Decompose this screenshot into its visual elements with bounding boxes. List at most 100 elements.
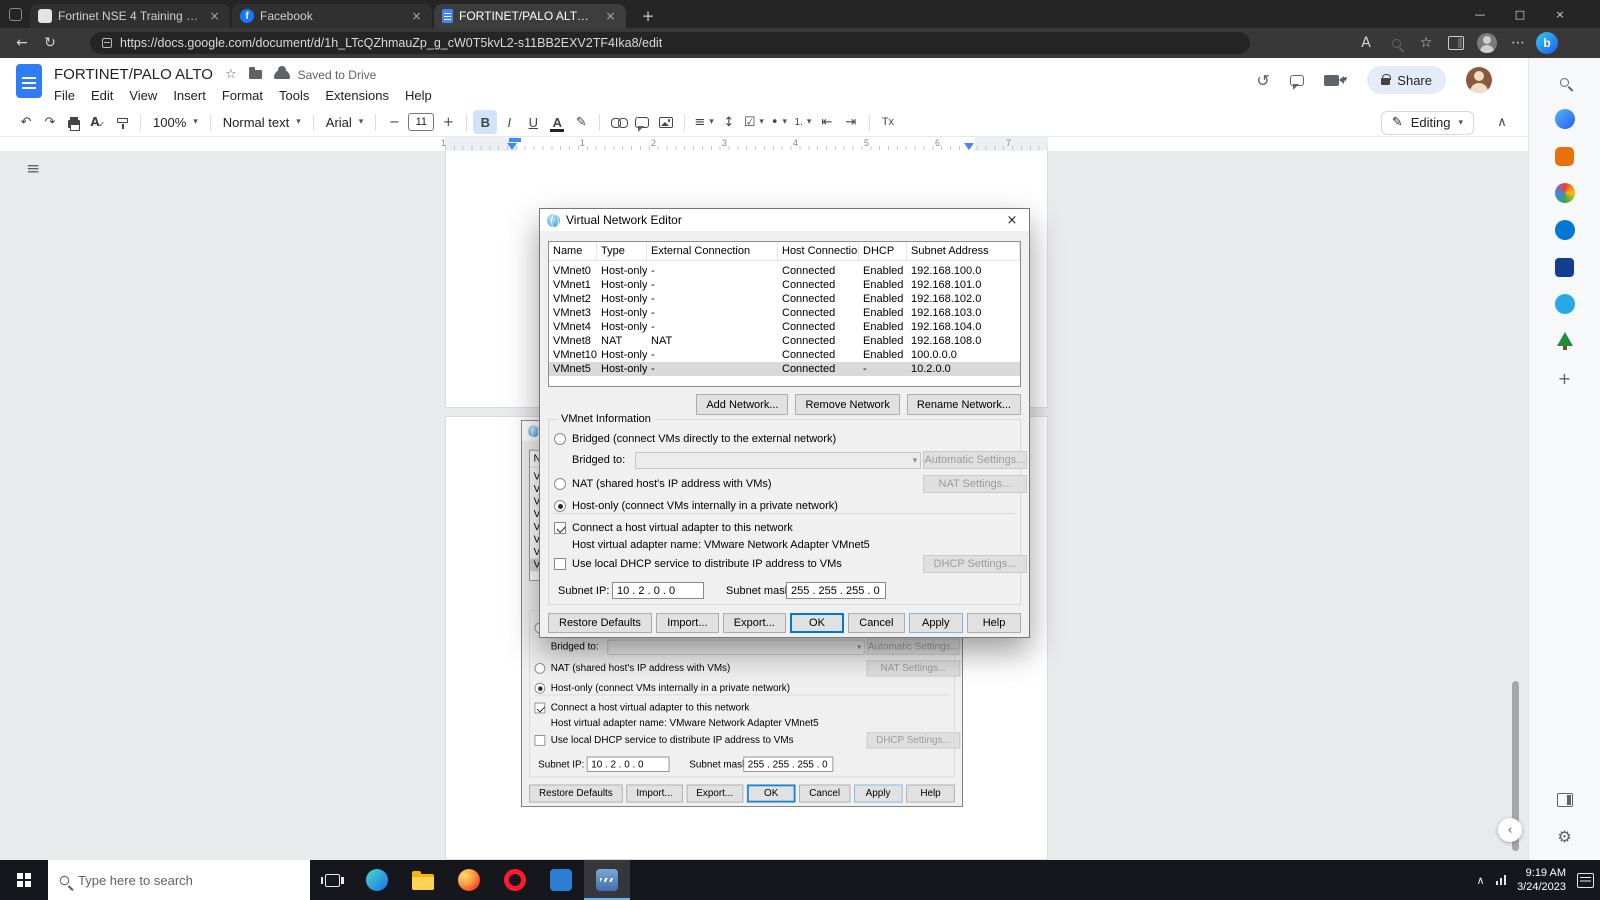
collapse-toolbar-icon[interactable]: ∧ <box>1490 111 1514 135</box>
meet-icon[interactable]: ▾ <box>1323 74 1347 86</box>
decrease-font-size-button[interactable]: − <box>382 110 406 134</box>
nat-radio[interactable] <box>534 663 546 674</box>
sidebar-shopping-icon[interactable] <box>1553 144 1577 168</box>
dialog-title-bar[interactable]: Virtual Network Editor × <box>540 209 1029 231</box>
vmnet-row-VMnet8[interactable]: VMnet8 NAT NAT Connected Enabled 192.168.108.… <box>549 334 1020 348</box>
move-folder-icon[interactable] <box>248 67 262 79</box>
add-network-button[interactable]: Add Network... <box>696 394 789 415</box>
dialog-button[interactable]: Restore Defaults <box>529 784 623 803</box>
undo-icon[interactable]: ↶ <box>14 110 38 134</box>
close-window-icon[interactable]: × <box>1540 0 1580 28</box>
zoom-select[interactable]: 100% ▾ <box>147 110 204 134</box>
remove-network-button[interactable]: Remove Network <box>795 394 900 415</box>
right-indent-marker[interactable] <box>964 143 974 150</box>
vmnet-row-VMnet1[interactable]: VMnet1 Host-only- Connected Enabled 192.168.… <box>549 278 1020 292</box>
taskbar-clock[interactable]: 9:19 AM 3/24/2023 <box>1517 866 1566 895</box>
host-only-radio[interactable] <box>534 682 546 694</box>
vmnet-row-VMnet4[interactable]: VMnet4 Host-only- Connected Enabled 192.168.… <box>549 320 1020 334</box>
dialog-button[interactable]: OK <box>790 613 844 633</box>
column-header-subnet[interactable]: Subnet Address <box>907 242 1020 260</box>
sidebar-skype-icon[interactable] <box>1553 218 1577 242</box>
taskbar-file-explorer-icon[interactable] <box>400 860 446 900</box>
back-icon[interactable]: ← <box>8 28 36 58</box>
sidebar-collapse-button[interactable]: ‹ <box>1498 818 1522 842</box>
start-button[interactable] <box>0 860 48 900</box>
notification-center-icon[interactable] <box>1577 872 1594 888</box>
dialog-button[interactable]: Export... <box>722 613 786 633</box>
column-header-host[interactable]: Host Connection <box>778 242 859 260</box>
tray-chevron-icon[interactable]: ∧ <box>1477 874 1485 887</box>
dialog-button[interactable]: Import... <box>656 613 719 633</box>
browser-tab-active[interactable]: FORTINET/PALO ALTO - Google D × <box>434 4 626 28</box>
dialog-button[interactable]: Apply <box>853 784 903 803</box>
subnet-ip-input[interactable]: 10 . 2 . 0 . 0 <box>612 582 704 599</box>
dialog-button[interactable]: Export... <box>686 784 744 803</box>
checklist-icon[interactable]: ☑ ▾ <box>741 110 767 134</box>
increase-indent-icon[interactable]: ⇥ <box>839 110 863 134</box>
cloud-saved-icon[interactable] <box>273 66 290 79</box>
column-header-type[interactable]: Type <box>597 242 647 260</box>
font-select[interactable]: Arial ▾ <box>320 110 370 134</box>
subnet-mask-input[interactable]: 255 . 255 . 255 . 0 <box>786 582 886 599</box>
address-url-field[interactable]: https://docs.google.com/document/d/1h_LT… <box>90 32 1250 54</box>
bold-button[interactable]: B <box>473 110 498 134</box>
taskbar-photos-icon[interactable] <box>538 860 584 900</box>
dialog-button[interactable]: Import... <box>626 784 683 803</box>
sidebar-onedrive-icon[interactable] <box>1553 292 1577 316</box>
highlight-color-button[interactable]: ✎ <box>569 110 593 134</box>
dhcp-service-checkbox[interactable] <box>554 558 566 570</box>
more-menu-icon[interactable]: ⋯ <box>1504 28 1532 58</box>
menu-item[interactable]: Extensions <box>317 86 397 105</box>
italic-button[interactable]: I <box>497 110 521 134</box>
taskbar-search[interactable] <box>48 860 310 900</box>
text-color-button[interactable]: A <box>545 110 569 134</box>
dialog-button[interactable]: Cancel <box>799 784 850 803</box>
new-tab-icon[interactable]: + <box>636 4 660 28</box>
google-docs-icon[interactable] <box>16 64 42 98</box>
column-header-ext[interactable]: External Connection <box>647 242 778 260</box>
read-aloud-icon[interactable]: A <box>1352 28 1380 58</box>
column-header-dhcp[interactable]: DHCP <box>859 242 907 260</box>
star-icon[interactable]: ☆ <box>225 67 237 82</box>
increase-font-size-button[interactable]: + <box>436 110 460 134</box>
decrease-indent-icon[interactable]: ⇤ <box>815 110 839 134</box>
sidebar-office-icon[interactable] <box>1553 181 1577 205</box>
share-button[interactable]: Share <box>1367 66 1446 94</box>
bridged-radio[interactable] <box>554 433 566 445</box>
dialog-button[interactable]: Apply <box>908 613 963 633</box>
menu-item[interactable]: Help <box>397 86 440 105</box>
menu-item[interactable]: View <box>121 86 165 105</box>
font-size-input[interactable]: 11 <box>408 113 435 131</box>
underline-button[interactable]: U <box>521 110 545 134</box>
page-url[interactable]: https://docs.google.com/document/d/1h_LT… <box>120 36 662 50</box>
dialog-button[interactable]: Help <box>906 784 955 803</box>
connect-host-adapter-checkbox[interactable] <box>534 702 546 714</box>
taskbar-edge-icon[interactable] <box>354 860 400 900</box>
menu-item[interactable]: Format <box>214 86 271 105</box>
sidebar-search-icon[interactable] <box>1553 70 1577 94</box>
browser-profile-avatar[interactable] <box>1477 33 1497 53</box>
menu-item[interactable]: Edit <box>83 86 121 105</box>
clear-formatting-icon[interactable]: Tx <box>876 110 900 134</box>
comments-icon[interactable] <box>1289 74 1304 90</box>
left-indent-marker[interactable] <box>507 143 517 150</box>
vmnet-row-VMnet2[interactable]: VMnet2 Host-only- Connected Enabled 192.168.… <box>549 292 1020 306</box>
tab-actions-icon[interactable] <box>9 8 22 21</box>
spellcheck-icon[interactable]: A <box>86 110 110 134</box>
add-comment-icon[interactable] <box>630 110 654 134</box>
nat-radio[interactable] <box>554 478 566 490</box>
close-tab-icon[interactable]: × <box>603 9 618 23</box>
document-title[interactable]: FORTINET/PALO ALTO <box>54 66 213 83</box>
minimize-icon[interactable]: — <box>1460 0 1500 28</box>
bing-sidebar-icon[interactable]: b <box>1536 32 1558 54</box>
sidebar-add-icon[interactable]: + <box>1553 366 1577 390</box>
subnet-ip-input[interactable]: 10 . 2 . 0 . 0 <box>586 756 670 772</box>
insert-link-icon[interactable] <box>606 110 630 134</box>
host-only-radio[interactable] <box>554 500 566 512</box>
sidebar-panel-icon[interactable] <box>1553 788 1577 812</box>
collections-icon[interactable] <box>1442 28 1470 58</box>
menu-item[interactable]: File <box>46 86 83 105</box>
version-history-icon[interactable]: ↺ <box>1256 71 1269 90</box>
bullet-list-icon[interactable]: • ▾ <box>767 110 791 134</box>
sidebar-discover-icon[interactable] <box>1553 107 1577 131</box>
